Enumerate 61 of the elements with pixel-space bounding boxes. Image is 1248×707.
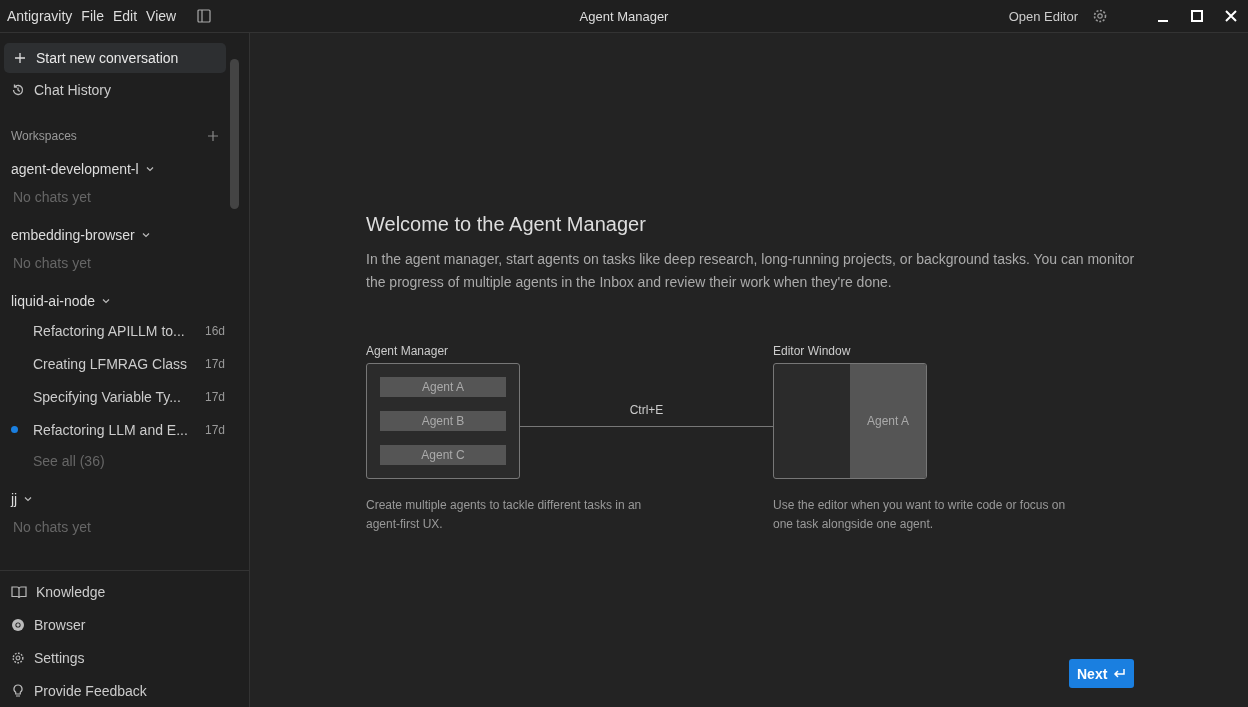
welcome-heading: Welcome to the Agent Manager <box>366 213 647 236</box>
diagram-caption: Use the editor when you want to write code or focus on one task alongside one agent. <box>773 497 1067 533</box>
chat-title: Refactoring LLM and E... <box>33 421 189 438</box>
agent-label: Agent A <box>380 377 506 397</box>
editor-agent-pane: Agent A <box>850 364 926 478</box>
enter-icon <box>1113 668 1127 679</box>
chevron-icon <box>144 164 155 174</box>
next-button[interactable]: Next <box>1069 659 1135 688</box>
menu-item[interactable]: Edit <box>112 8 138 24</box>
workspace-item[interactable]: jj <box>4 486 227 512</box>
sidebar-toggle-icon[interactable] <box>196 8 213 24</box>
sidebar-nav-item[interactable]: Provide Feedback <box>4 674 245 707</box>
chat-age: 17d <box>204 422 226 437</box>
workspace-item[interactable]: agent-development-l <box>4 156 227 182</box>
open-editor-button[interactable]: Open Editor <box>1008 8 1078 24</box>
workspaces-heading: Workspaces <box>11 129 77 143</box>
plus-icon <box>14 52 26 64</box>
diagram-title: Editor Window <box>773 344 852 358</box>
add-icon[interactable] <box>207 130 219 142</box>
sidebar-nav-item[interactable]: Settings <box>4 641 245 674</box>
workspace-item[interactable]: liquid-ai-node <box>4 288 227 314</box>
empty-state-text: No chats yet <box>12 188 92 207</box>
settings-icon <box>11 650 25 665</box>
diagram-title: Agent Manager <box>366 344 450 358</box>
chevron-icon <box>101 296 112 306</box>
settings-icon[interactable] <box>1092 8 1108 24</box>
shortcut-label: Ctrl+E <box>629 403 664 417</box>
menu-item[interactable]: View <box>146 8 177 24</box>
chat-item[interactable]: Refactoring APILLM to... 16d <box>4 314 227 347</box>
empty-state-text: No chats yet <box>12 518 92 537</box>
chat-history-item[interactable]: Chat History <box>4 73 227 106</box>
chevron-icon <box>23 494 34 504</box>
new-conversation-button[interactable]: Start new conversation <box>4 43 226 73</box>
chat-title: Specifying Variable Ty... <box>33 388 182 405</box>
chat-age: 17d <box>204 389 226 404</box>
agent-label: Agent B <box>380 411 506 431</box>
chat-age: 17d <box>204 356 226 371</box>
chat-title: Refactoring APILLM to... <box>33 322 186 339</box>
welcome-text: In the agent manager, start agents on tasks like deep research, long-running projects, or background tasks. You can monitor the progress of multiple agents in the Inbox and review their work when they're done. <box>366 250 1136 292</box>
chat-item[interactable]: Refactoring LLM and E... 17d <box>4 413 227 446</box>
chevron-icon <box>140 230 151 240</box>
maximize-icon[interactable] <box>1190 9 1204 23</box>
chat-title: Creating LFMRAG Class <box>33 355 189 372</box>
scrollbar[interactable] <box>230 59 239 209</box>
empty-state-text: No chats yet <box>12 254 92 273</box>
diagram-caption: Create multiple agents to tackle different tasks in an agent-first UX. <box>366 497 643 533</box>
app-name: Antigravity <box>7 8 73 24</box>
window-title: Agent Manager <box>579 8 669 24</box>
chat-age: 16d <box>204 323 226 338</box>
book-icon <box>11 584 27 599</box>
history-icon <box>11 82 25 97</box>
menu-item[interactable]: File <box>81 8 104 24</box>
sidebar-nav-item[interactable]: Browser <box>4 608 245 641</box>
sidebar-nav-item[interactable]: Knowledge <box>4 575 245 608</box>
lightbulb-icon <box>11 683 25 698</box>
workspace-item[interactable]: embedding-browser <box>4 222 227 248</box>
agent-label: Agent C <box>380 445 506 465</box>
close-icon[interactable] <box>1224 9 1238 23</box>
chat-item[interactable]: Specifying Variable Ty... 17d <box>4 380 227 413</box>
chat-item[interactable]: Creating LFMRAG Class 17d <box>4 347 227 380</box>
browser-icon <box>11 617 25 632</box>
